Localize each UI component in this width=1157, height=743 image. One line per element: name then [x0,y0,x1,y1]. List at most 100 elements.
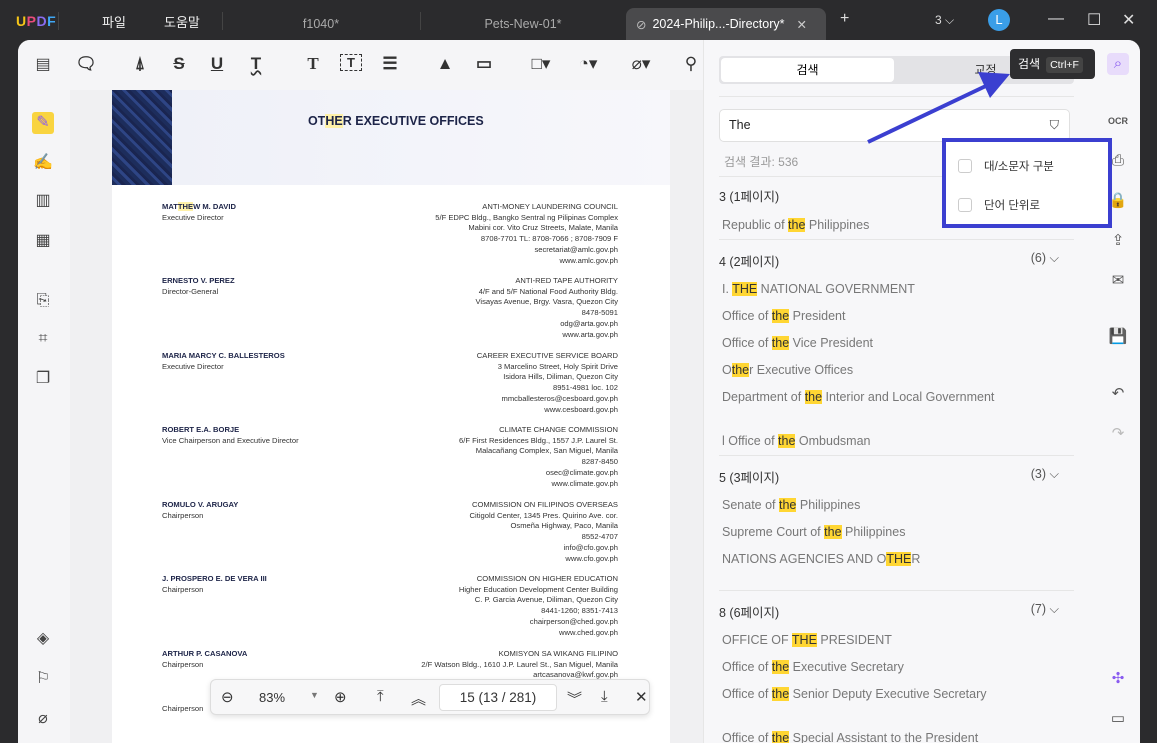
address-line: Malacañang Complex, San Miguel, Manila [475,446,618,456]
search-result[interactable]: NATIONS AGENCIES AND OTHER [722,552,920,566]
maximize-button[interactable]: ☐ [1087,10,1101,30]
stamp-icon[interactable]: ⚲ [680,54,702,74]
tab-directory[interactable]: ⊘ 2024-Philip...-Directory* ✕ [626,8,826,40]
zoom-out-button[interactable]: ⊖ [221,688,234,706]
search-icon[interactable]: ⌕ [1107,53,1129,75]
group-count[interactable]: (3) ⌵ [1031,467,1059,482]
close-navbar-button[interactable]: ✕ [635,688,648,706]
undo-icon[interactable]: ↶ [1107,383,1129,405]
new-tab-button[interactable]: + [840,10,849,28]
first-page-button[interactable]: ⤒ [377,688,384,705]
close-tab-icon[interactable]: ✕ [796,17,806,32]
address-line: 3 Marcelino Street, Holy Spirit Drive [497,361,618,371]
layers-icon[interactable]: ◈ [32,628,54,650]
ai-assistant-icon[interactable]: ✣ [1107,668,1129,690]
attachment-icon[interactable]: ⌀ [32,708,54,730]
search-result[interactable]: l Office of the Ombudsman [722,434,870,448]
bookmark-icon[interactable]: ⚐ [32,668,54,690]
ocr-icon[interactable]: OCR [1107,110,1129,132]
page-organize-icon[interactable]: ▥ [32,190,54,212]
address-line: Osmeña Highway, Paco, Manila [510,521,618,531]
search-result[interactable]: Office of the Special Assistant to the P… [722,731,978,743]
comment-mode-icon[interactable]: ✎ [32,112,54,134]
squiggly-icon[interactable]: T [245,54,267,74]
search-result[interactable]: Republic of the Philippines [722,218,869,232]
result-group[interactable]: 4 (2페이지) (6) ⌵ [719,251,1059,270]
result-group[interactable]: 5 (3페이지) (3) ⌵ [719,467,1059,486]
crop-icon[interactable]: ⌗ [32,328,54,350]
tab-f1040[interactable]: f1040* [222,8,420,40]
previous-page-button[interactable]: ︽ [411,688,426,709]
address-line: 8552-4707 [581,532,618,542]
search-result[interactable]: Office of the Vice President [722,336,873,350]
match-case-checkbox[interactable] [958,159,972,173]
redo-icon[interactable]: ↷ [1107,423,1129,445]
last-page-button[interactable]: ⤓ [601,688,608,705]
next-page-button[interactable]: ︾ [567,688,582,709]
tab-count-dropdown[interactable]: 3 ⌵ [935,13,954,28]
sticker-icon[interactable]: ◔▾ [577,54,599,74]
whole-word-checkbox[interactable] [958,198,972,212]
highlight-icon[interactable]: ⍋ [129,54,151,74]
address-line: odg@arta.gov.ph [560,318,618,328]
pencil-icon[interactable]: ▲ [434,54,456,74]
search-result[interactable]: Office of the President [722,309,845,323]
tab-pets-new[interactable]: Pets-New-01* [420,8,626,40]
address-line: ANTI-MONEY LAUNDERING COUNCIL [482,202,618,211]
address-line: info@cfo.gov.ph [563,542,618,552]
search-result[interactable]: Office of the Executive Secretary [722,660,904,674]
address-line: www.amlc.gov.ph [559,255,618,265]
address-line: 4/F and 5/F National Food Authority Bldg… [478,286,618,296]
search-result[interactable]: Office of the Senior Deputy Executive Se… [722,687,987,701]
group-label: 3 (1페이지) [719,190,780,204]
address-line: secretariat@amlc.gov.ph [534,244,618,254]
search-result[interactable]: Senate of the Philippines [722,498,860,512]
text-callout-icon[interactable]: ☰ [379,54,401,74]
edit-pdf-icon[interactable]: ✍ [32,152,54,174]
convert-icon[interactable]: ⎘ [32,290,54,312]
form-icon[interactable]: ▦ [32,230,54,252]
address-line: osec@climate.gov.ph [545,467,618,477]
search-result[interactable]: Other Executive Offices [722,363,853,377]
compress-icon[interactable]: ❐ [32,368,54,390]
text-icon[interactable]: T [302,54,324,74]
minimize-button[interactable]: — [1048,10,1064,28]
address-line: 8441-1260; 8351-7413 [541,606,618,616]
search-result[interactable]: Department of the Interior and Local Gov… [722,390,994,404]
search-result[interactable]: OFFICE OF THE PRESIDENT [722,633,892,647]
result-group[interactable]: 8 (6페이지) (7) ⌵ [719,602,1059,621]
address-line: www.cfo.gov.ph [565,553,618,563]
group-count[interactable]: (7) ⌵ [1031,602,1059,617]
sticky-note-icon[interactable]: 🗨 [75,54,97,74]
underline-icon[interactable]: U [206,54,228,74]
share-icon[interactable]: ⇪ [1107,230,1129,252]
page-banner: OTHER EXECUTIVE OFFICES [112,90,670,185]
page-number-input[interactable]: 15 (13 / 281) [439,684,557,711]
filter-icon[interactable]: ⛉ [1050,110,1059,141]
menu-file[interactable]: 파일 [102,12,126,31]
eraser-icon[interactable]: ▭ [473,54,495,74]
zoom-in-button[interactable]: ⊕ [334,688,347,706]
tab-label: Pets-New-01* [484,17,562,31]
save-icon[interactable]: 💾 [1107,326,1129,348]
group-count[interactable]: (6) ⌵ [1031,251,1059,266]
email-icon[interactable]: ✉ [1107,270,1129,292]
search-result[interactable]: I. THE NATIONAL GOVERNMENT [722,282,915,296]
strikethrough-icon[interactable]: S [168,54,190,74]
search-result[interactable]: Supreme Court of the Philippines [722,525,905,539]
menu-help[interactable]: 도움말 [164,12,200,31]
document-viewer[interactable]: OTHER EXECUTIVE OFFICES MATTHEW M. DAVID… [70,90,703,743]
avatar[interactable]: L [988,9,1010,31]
directory-entry: MATTHEW M. DAVID Executive Director ANTI-M… [162,202,618,265]
address-line: 6/F First Residences Bldg., 1557 J.P. La… [459,435,618,445]
close-window-button[interactable]: ✕ [1122,10,1135,30]
shape-icon[interactable]: □▾ [530,54,552,74]
zoom-level[interactable]: 83% [259,690,285,705]
textbox-icon[interactable]: T [340,54,362,71]
attach-file-icon[interactable]: ⌀▾ [630,54,652,74]
zoom-dropdown-icon[interactable]: ▼ [310,690,319,700]
reader-mode-icon[interactable]: ▤ [32,54,54,76]
comments-list-icon[interactable]: ▭ [1107,708,1129,730]
address-line: 8951-4981 loc. 102 [552,383,618,393]
address-line: Citigold Center, 1345 Pres. Quirino Ave.… [469,510,618,520]
